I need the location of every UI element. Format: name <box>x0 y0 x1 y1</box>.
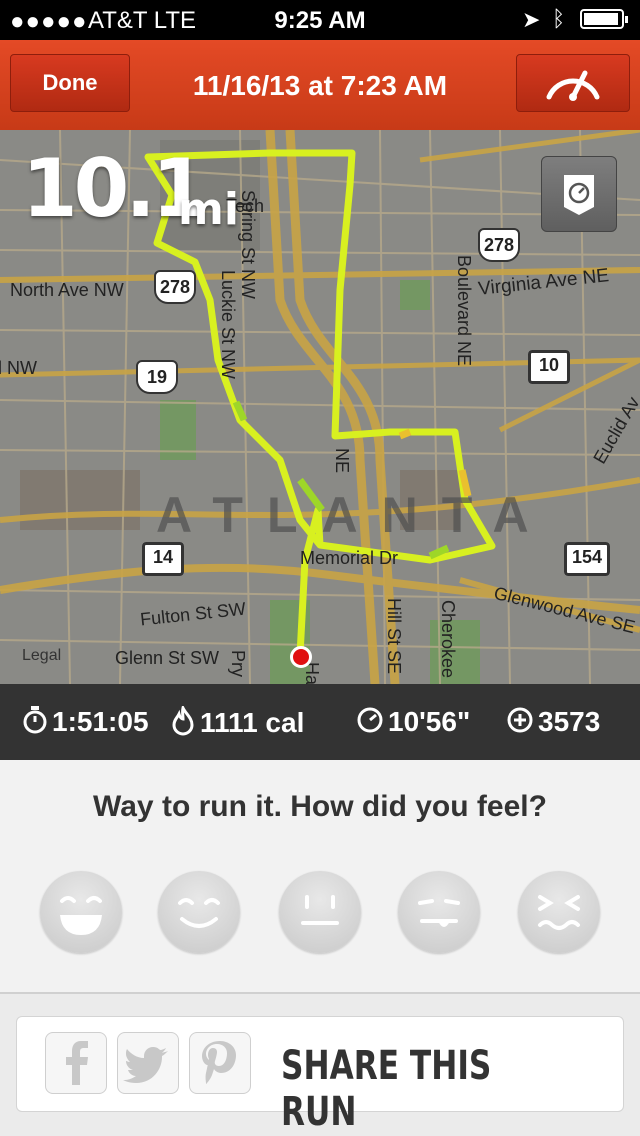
calories-stat: 1111 cal <box>170 703 305 743</box>
battery-icon <box>580 9 628 29</box>
route-map[interactable]: Virginia Ave NE North Ave NW d NW Spring… <box>0 130 640 684</box>
face-ok-button[interactable] <box>279 871 361 953</box>
face-ok-icon <box>301 895 339 925</box>
speedometer-button[interactable] <box>516 54 630 112</box>
done-button[interactable]: Done <box>10 54 130 112</box>
route-end-marker <box>290 646 312 668</box>
pace-value: 10'56" <box>388 706 471 737</box>
route-shield-278-west: 278 <box>154 270 196 304</box>
distance-unit: mi <box>178 184 239 235</box>
street-label-memorial: Memorial Dr <box>300 548 399 568</box>
run-date-title: 11/16/13 at 7:23 AM <box>192 70 448 101</box>
status-bar: ●●●●● AT&T LTE 9:25 AM ➤ ᛒ <box>0 0 640 40</box>
face-good-button[interactable] <box>158 871 240 953</box>
stopwatch-icon <box>22 706 48 741</box>
route-shield-14: 14 <box>142 542 184 576</box>
location-arrow-icon: ➤ <box>522 7 541 32</box>
distance-value: 10.1 <box>22 142 207 235</box>
fuel-value: 3573 <box>538 706 601 737</box>
face-meh-icon <box>418 899 460 927</box>
city-label: ATLANTA <box>156 487 553 543</box>
feel-prompt: Way to run it. How did you feel? <box>93 790 547 823</box>
twitter-icon <box>123 1047 168 1083</box>
pace-stat: 10'56" <box>356 706 470 741</box>
face-great-button[interactable] <box>40 871 122 953</box>
duration-value: 1:51:05 <box>52 706 149 737</box>
face-good-icon <box>178 898 220 928</box>
pinterest-icon <box>202 1041 236 1084</box>
street-label-hill: Hill St SE <box>384 598 404 675</box>
fuel-plus-icon <box>506 706 534 741</box>
street-label-glenn: Glenn St SW <box>115 648 220 668</box>
map-mode-button[interactable] <box>541 156 617 232</box>
feel-section: Way to run it. How did you feel? <box>0 760 640 994</box>
pace-badge-icon <box>564 175 594 215</box>
speedometer-icon <box>546 70 600 101</box>
share-run-button[interactable]: SHARE THIS RUN <box>16 1016 624 1135</box>
battery-fill <box>584 13 618 25</box>
fuel-stat: 3573 <box>506 706 600 741</box>
route-shield-19: 19 <box>136 360 178 394</box>
street-label-north-ave: North Ave NW <box>10 280 124 300</box>
legal-link[interactable]: Legal <box>22 647 61 665</box>
status-time: 9:25 AM <box>274 7 366 34</box>
street-label-luckie: Luckie St NW <box>218 270 238 380</box>
twitter-share-button[interactable] <box>117 1032 179 1094</box>
facebook-icon <box>66 1041 88 1085</box>
street-label-boulevard: Boulevard NE <box>454 255 474 367</box>
pace-gauge-icon <box>356 706 384 741</box>
route-shield-154: 154 <box>564 542 610 576</box>
street-label-pry: Pry <box>228 650 248 677</box>
face-bad-button[interactable] <box>518 871 600 953</box>
flame-icon <box>170 703 196 743</box>
share-label: SHARE THIS RUN <box>281 1043 492 1135</box>
route-shield-10: 10 <box>528 350 570 384</box>
facebook-share-button[interactable] <box>45 1032 107 1094</box>
street-label-nw: d NW <box>0 358 37 378</box>
nav-header: Done 11/16/13 at 7:23 AM <box>0 40 640 130</box>
face-bad-icon <box>538 895 580 930</box>
face-meh-button[interactable] <box>398 871 480 953</box>
street-label-cherokee: Cherokee <box>438 600 458 679</box>
share-section: SHARE THIS RUN <box>0 994 640 1136</box>
calories-value: 1111 cal <box>200 706 305 738</box>
run-stats-bar: 1:51:05 1111 cal 10'56" 3573 <box>0 684 640 760</box>
bluetooth-icon: ᛒ <box>552 6 566 31</box>
duration-stat: 1:51:05 <box>22 706 149 741</box>
pinterest-share-button[interactable] <box>189 1032 251 1094</box>
street-label-ne: NE <box>332 448 352 474</box>
face-great-icon <box>60 896 102 935</box>
route-shield-278-east: 278 <box>478 228 520 262</box>
